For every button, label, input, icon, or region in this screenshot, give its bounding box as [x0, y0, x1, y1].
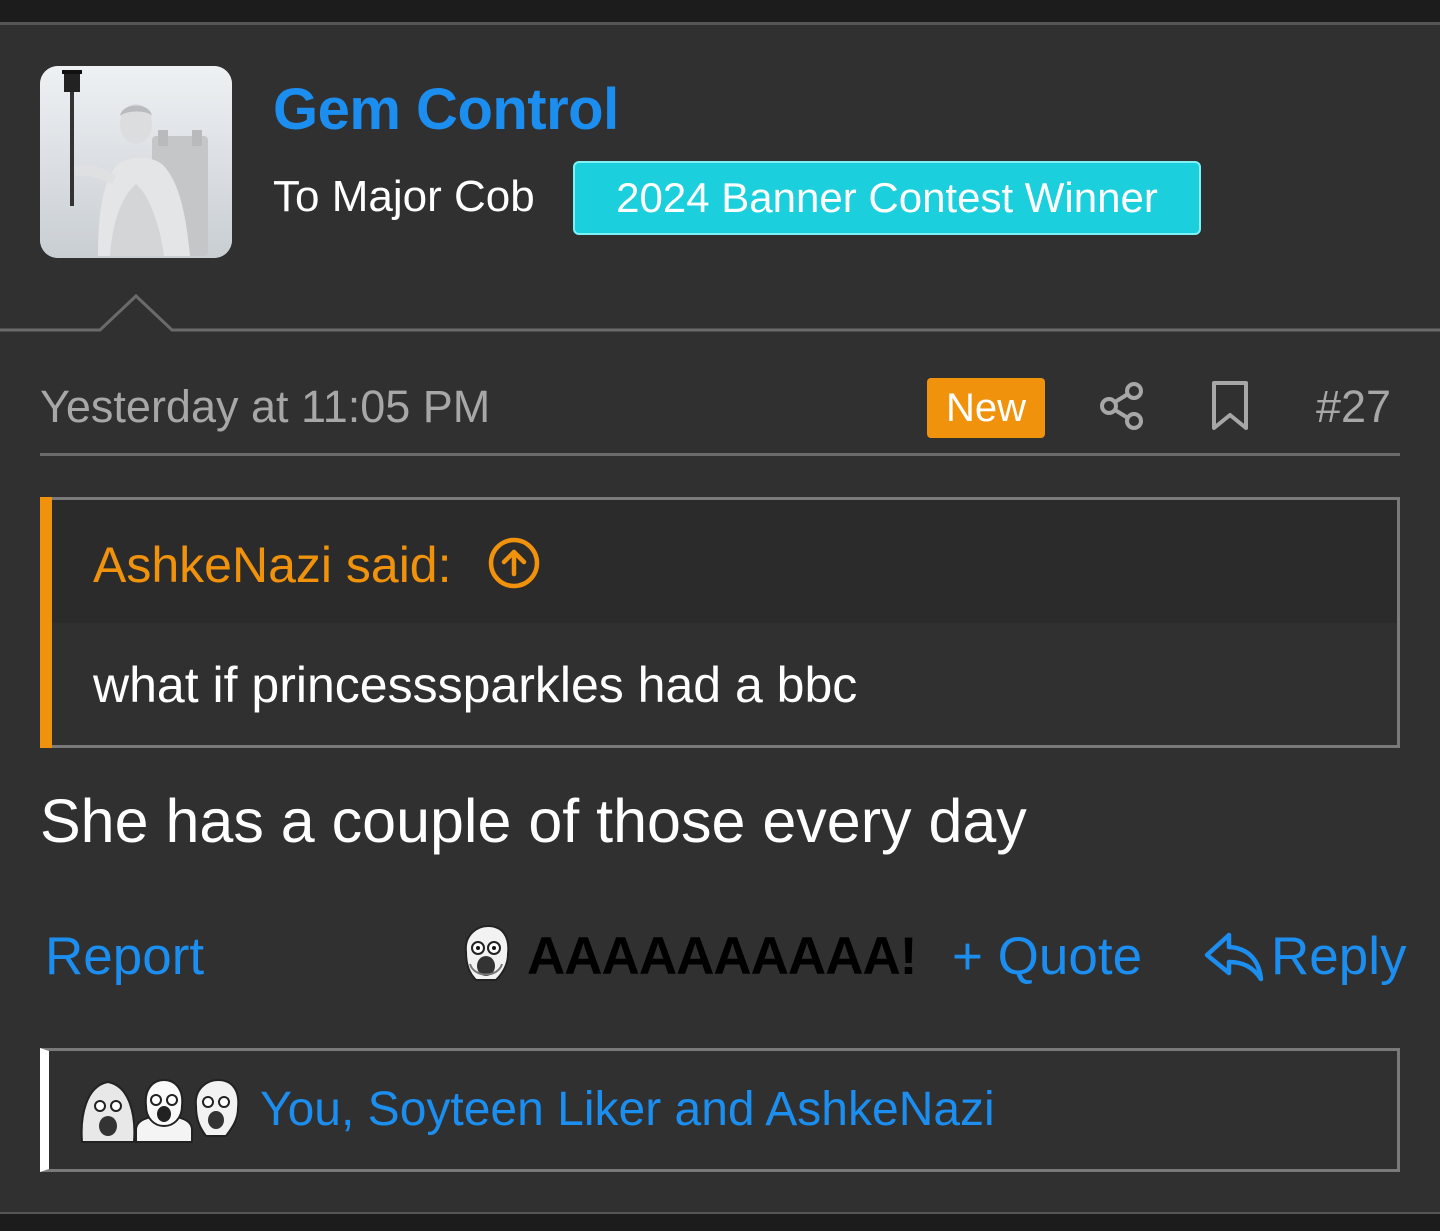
reply-label: Reply — [1271, 927, 1407, 986]
post-number-link[interactable]: #27 — [1316, 381, 1391, 433]
report-link[interactable]: Report — [45, 926, 204, 987]
top-strip — [0, 0, 1440, 22]
reactor-avatar-2 — [135, 1078, 193, 1143]
meta-divider — [40, 453, 1400, 456]
reply-arrow-icon — [1204, 932, 1264, 981]
quote-accent-bar — [40, 497, 52, 748]
post-container: Gem Control To Major Cob 2024 Banner Con… — [0, 0, 1440, 1231]
post-timestamp-link[interactable]: Yesterday at 11:05 PM — [40, 381, 490, 433]
user-title: To Major Cob — [273, 172, 535, 221]
reactor-avatar-3 — [194, 1078, 240, 1137]
author-name-link[interactable]: Gem Control — [273, 76, 619, 143]
new-badge: New — [927, 378, 1045, 438]
header-separator-arrow — [0, 293, 1440, 332]
post-body-text: She has a couple of those every day — [40, 787, 1027, 855]
top-divider — [0, 22, 1440, 25]
bottom-strip — [0, 1214, 1440, 1231]
quote-text: what if princesssparkles had a bbc — [93, 657, 858, 713]
quote-author-link[interactable]: AshkeNazi said: — [93, 536, 452, 594]
share-icon[interactable] — [1096, 380, 1148, 432]
soyjak-reaction-icon[interactable] — [458, 924, 514, 986]
statue-avatar-image — [40, 66, 232, 258]
bookmark-icon[interactable] — [1208, 380, 1252, 432]
reaction-label[interactable]: AAAAAAAAAA! — [527, 926, 917, 987]
reply-button[interactable]: Reply — [1203, 926, 1407, 987]
author-avatar[interactable] — [40, 66, 232, 258]
reactor-avatar-1 — [80, 1080, 136, 1143]
reactions-summary-link[interactable]: You, Soyteen Liker and AshkeNazi — [260, 1082, 995, 1137]
arrow-up-circle-icon[interactable] — [487, 536, 541, 590]
quote-button[interactable]: + Quote — [952, 926, 1142, 987]
user-banner-badge: 2024 Banner Contest Winner — [573, 161, 1201, 235]
